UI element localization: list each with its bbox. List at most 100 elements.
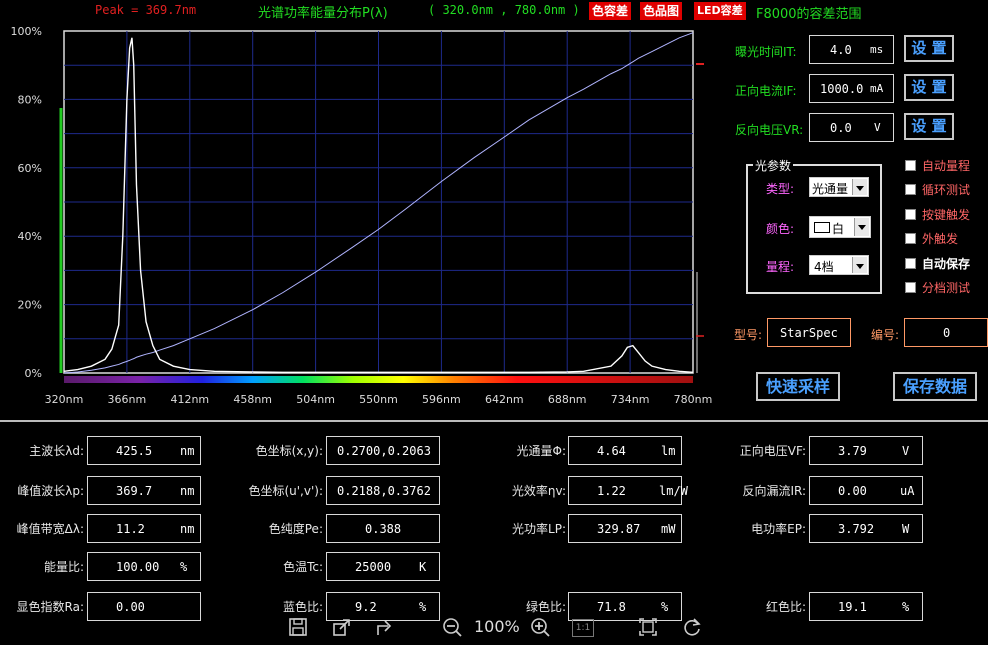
loop-test-checkbox[interactable] [905, 184, 916, 195]
exposure-field[interactable]: 4.0 ms [809, 35, 894, 64]
value-text: 0.388 [365, 522, 402, 536]
zoom-out-icon[interactable] [440, 616, 464, 640]
reverse-voltage-field[interactable]: 0.0 V [809, 113, 894, 142]
fwhm-value-field: 11.2 nm [87, 514, 201, 543]
ir-value-field: 0.00 uA [809, 476, 923, 505]
key-trigger-label: 按键触发 [922, 208, 971, 222]
x-tick-label: 504nm [296, 393, 335, 406]
white-swatch-icon [814, 222, 830, 233]
y-tick-label: 60% [18, 162, 42, 175]
purity-label: 色纯度Pe: [268, 522, 323, 536]
unit-text: nm [180, 484, 195, 498]
set-voltage-button[interactable]: 设 置 [904, 113, 954, 140]
x-tick-label: 412nm [170, 393, 209, 406]
quick-sample-button[interactable]: 快速采样 [756, 372, 840, 401]
value-text: 3.79 [838, 444, 867, 458]
spectrum-chart: 100% 80% 60% 40% 20% 0%320nm 366nm 412nm 458nm 50… [11, 25, 713, 406]
save-icon[interactable] [286, 616, 310, 640]
peak-wl-label: 峰值波长λp: [17, 484, 84, 498]
binning-test-checkbox[interactable] [905, 282, 916, 293]
chevron-down-icon [854, 218, 869, 236]
ep-label: 电功率EP: [751, 522, 806, 536]
peak-readout: Peak = 369.7nm [95, 3, 197, 17]
set-current-button[interactable]: 设 置 [904, 74, 954, 101]
chevron-down-icon [852, 179, 867, 195]
value-text: 0.2700,0.2063 [337, 444, 431, 458]
type-select[interactable]: 光通量 [809, 177, 869, 197]
unit-text: nm [180, 444, 195, 458]
number-field[interactable]: 0 [904, 318, 988, 347]
value-text: 25000 [355, 560, 392, 574]
zoom-in-icon[interactable] [528, 616, 552, 640]
value-text: 4.64 [597, 444, 626, 458]
set-exposure-button[interactable]: 设 置 [904, 35, 954, 62]
type-label: 类型: [766, 182, 795, 196]
unit-text: V [902, 444, 910, 458]
rotate-icon[interactable] [680, 616, 704, 640]
actual-size-button[interactable]: 1:1 [572, 619, 594, 637]
vf-value-field: 3.79 V [809, 436, 923, 465]
value-text: 425.5 [116, 444, 153, 458]
range-select[interactable]: 4档 [809, 255, 869, 275]
forward-current-field[interactable]: 1000.0 mA [809, 74, 894, 103]
exposure-label: 曝光时间IT: [735, 45, 797, 59]
unit-text: lm [661, 444, 676, 458]
color-select[interactable]: 白 [809, 216, 871, 238]
key-trigger-checkbox[interactable] [905, 209, 916, 220]
auto-range-checkbox[interactable] [905, 160, 916, 171]
value-text: 329.87 [597, 522, 641, 536]
spectrum-strip [64, 376, 693, 383]
dom-wl-label: 主波长λd: [29, 444, 84, 458]
chevron-down-icon [852, 257, 867, 273]
fwhm-label: 峰值带宽Δλ: [16, 522, 84, 536]
x-tick-label: 458nm [233, 393, 272, 406]
y-tick-label: 100% [11, 25, 42, 38]
unit-text: W [902, 522, 910, 536]
auto-save-checkbox[interactable] [905, 258, 916, 269]
led-tolerance-button[interactable]: LED容差 [694, 2, 746, 20]
divider [0, 420, 988, 422]
reverse-voltage-label: 反向电压VR: [735, 123, 804, 137]
value-text: 3.792 [838, 522, 875, 536]
chromaticity-diagram-button[interactable]: 色品图 [640, 2, 683, 20]
cri-value-field: 0.00 [87, 592, 201, 621]
cri-label: 显色指数Ra: [16, 600, 84, 614]
flux-value-field: 4.64 lm [568, 436, 682, 465]
vf-label: 正向电压VF: [739, 444, 806, 458]
x-tick-label: 596nm [422, 393, 461, 406]
x-tick-label: 734nm [611, 393, 650, 406]
model-field[interactable]: StarSpec [767, 318, 851, 347]
save-data-button[interactable]: 保存数据 [893, 372, 977, 401]
unit-text: uA [900, 484, 915, 498]
x-tick-label: 366nm [108, 393, 147, 406]
y-tick-label: 0% [25, 367, 42, 380]
value-text: 0.00 [838, 484, 867, 498]
energy-ratio-label: 能量比: [43, 560, 84, 574]
uv-label: 色坐标(u',v'): [248, 484, 323, 498]
number-label: 编号: [871, 328, 900, 342]
green-value-field: 71.8% [568, 592, 682, 621]
unit-text: lm/W [659, 484, 688, 498]
external-trigger-checkbox[interactable] [905, 233, 916, 244]
cct-label: 色温Tc: [283, 560, 323, 574]
export-icon[interactable] [330, 616, 354, 640]
purity-value-field: 0.388 [326, 514, 440, 543]
efficacy-value-field: 1.22 lm/W [568, 476, 688, 505]
peak-wl-value-field: 369.7 nm [87, 476, 201, 505]
share-icon[interactable] [374, 616, 398, 640]
binning-test-label: 分档测试 [922, 281, 971, 295]
x-tick-label: 688nm [548, 393, 587, 406]
green-label: 绿色比: [525, 600, 566, 614]
wavelength-range: ( 320.0nm , 780.0nm ) [428, 3, 580, 17]
efficacy-label: 光效率ηv: [511, 484, 566, 498]
color-tolerance-button[interactable]: 色容差 [589, 2, 632, 20]
value-text: 0.00 [116, 600, 145, 614]
unit-text: % [180, 560, 188, 574]
fit-screen-icon[interactable] [636, 616, 660, 640]
zoom-level: 100% [474, 617, 520, 636]
power-label: 光功率LP: [512, 522, 566, 536]
dom-wl-value-field: 425.5 nm [87, 436, 201, 465]
unit-text: % [902, 600, 910, 614]
value-text: 71.8 [597, 600, 626, 614]
y-tick-label: 20% [18, 299, 42, 312]
